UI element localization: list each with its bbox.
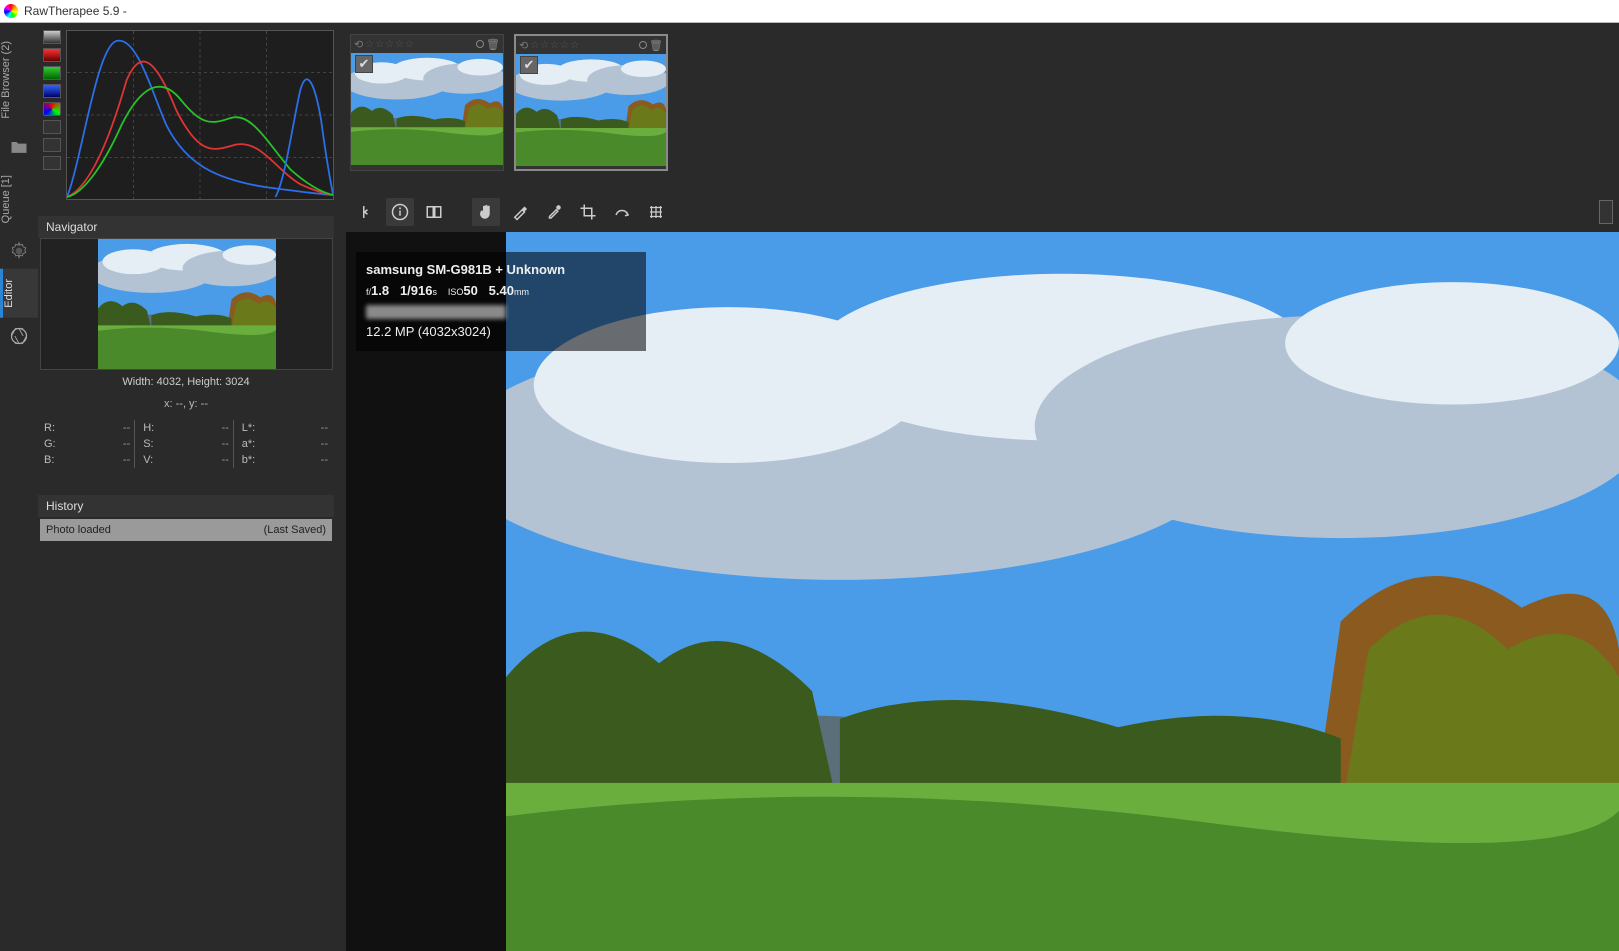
thumb-profile-icon[interactable]: ⟲ — [354, 38, 363, 51]
nav-R-value: -- — [60, 420, 135, 436]
nav-b-value: -- — [259, 452, 332, 468]
navigator-coords: x: --, y: -- — [38, 398, 334, 410]
straighten-button[interactable] — [608, 198, 636, 226]
perspective-button[interactable] — [642, 198, 670, 226]
histogram-bar-toggle[interactable] — [43, 138, 61, 152]
filmstrip: ⟲ ☆☆☆☆☆ 🗑 ✔ ⟲ ☆☆☆☆☆ 🗑 ✔ — [346, 30, 1619, 175]
history-entry[interactable]: Photo loaded (Last Saved) — [40, 519, 332, 541]
nav-S-label: S: — [135, 436, 159, 452]
crop-button[interactable] — [574, 198, 602, 226]
nav-L-label: L*: — [233, 420, 259, 436]
thumb-profile-icon[interactable]: ⟲ — [519, 39, 528, 52]
white-balance-picker-button[interactable] — [506, 198, 534, 226]
history-entry-saved: (Last Saved) — [264, 524, 326, 536]
thumb-image — [516, 54, 666, 166]
nav-a-value: -- — [259, 436, 332, 452]
histogram-channel-buttons — [38, 30, 66, 170]
exif-f-value: 1.8 — [371, 283, 389, 298]
nav-B-value: -- — [60, 452, 135, 468]
nav-a-label: a*: — [233, 436, 259, 452]
tab-queue[interactable]: Queue [1] — [0, 165, 38, 233]
exif-exposure-line: f/1.8 1/916s ISO50 5.40mm — [366, 281, 636, 302]
histogram-red-toggle[interactable] — [43, 48, 61, 62]
navigator-dimensions: Width: 4032, Height: 3024 — [38, 376, 334, 388]
histogram-blue-toggle[interactable] — [43, 84, 61, 98]
tab-file-browser[interactable]: File Browser (2) — [0, 31, 38, 129]
exif-focal-unit: mm — [514, 287, 529, 297]
trash-icon[interactable]: 🗑 — [649, 39, 663, 52]
left-tab-rail: File Browser (2) Queue [1] Editor — [0, 23, 38, 951]
history-entry-label: Photo loaded — [46, 524, 111, 536]
trash-icon[interactable]: 🗑 — [486, 38, 500, 51]
exif-camera: samsung SM-G981B + Unknown — [366, 260, 636, 281]
exif-megapixels: 12.2 MP (4032x3024) — [366, 322, 636, 343]
navigator-color-readout: R:-- H:-- L*:-- G:-- S:-- a*:-- B:-- V:-… — [40, 420, 332, 468]
editor-toolbar — [346, 194, 1619, 230]
window-title: RawTherapee 5.9 - — [24, 4, 127, 18]
toggle-right-panel-button[interactable] — [1599, 200, 1613, 224]
thumbnail-1[interactable]: ⟲ ☆☆☆☆☆ 🗑 ✔ — [350, 34, 504, 171]
window-titlebar: RawTherapee 5.9 - — [0, 0, 1619, 23]
histogram-mode-toggle[interactable] — [43, 120, 61, 134]
exif-shutter-unit: s — [432, 287, 437, 297]
histogram-opt-toggle[interactable] — [43, 156, 61, 170]
histogram-panel — [66, 30, 334, 200]
nav-G-label: G: — [40, 436, 60, 452]
hand-tool-button[interactable] — [472, 198, 500, 226]
exif-shutter: 1/916 — [400, 283, 433, 298]
thumb-checkbox[interactable]: ✔ — [355, 55, 373, 73]
nav-V-value: -- — [158, 452, 233, 468]
main-preview[interactable]: samsung SM-G981B + Unknown f/1.8 1/916s … — [346, 232, 1619, 951]
nav-H-value: -- — [158, 420, 233, 436]
thumb-image — [351, 53, 503, 165]
exif-filename-redacted — [366, 305, 506, 319]
histogram-green-toggle[interactable] — [43, 66, 61, 80]
info-button[interactable] — [386, 198, 414, 226]
before-after-button[interactable] — [420, 198, 448, 226]
app-logo-icon — [4, 4, 18, 18]
aperture-icon[interactable] — [9, 326, 29, 346]
tab-editor[interactable]: Editor — [0, 269, 38, 318]
thumb-rating[interactable]: ☆☆☆☆☆ — [365, 39, 474, 50]
preview-image — [506, 232, 1619, 951]
histogram-luma-toggle[interactable] — [43, 30, 61, 44]
history-title: History — [38, 495, 334, 517]
exif-iso-value: 50 — [463, 283, 477, 298]
nav-V-label: V: — [135, 452, 159, 468]
thumb-color-label-icon[interactable] — [476, 40, 484, 48]
thumb-checkbox[interactable]: ✔ — [520, 56, 538, 74]
nav-H-label: H: — [135, 420, 159, 436]
color-picker-button[interactable] — [540, 198, 568, 226]
folder-icon[interactable] — [9, 137, 29, 157]
nav-R-label: R: — [40, 420, 60, 436]
thumb-color-label-icon[interactable] — [639, 41, 647, 49]
histogram-chroma-toggle[interactable] — [43, 102, 61, 116]
exif-focal: 5.40 — [489, 283, 514, 298]
exif-info-overlay: samsung SM-G981B + Unknown f/1.8 1/916s … — [356, 252, 646, 351]
navigator-preview[interactable] — [40, 238, 333, 370]
exif-iso-prefix: ISO — [448, 287, 464, 297]
navigator-title: Navigator — [38, 216, 334, 238]
thumb-rating[interactable]: ☆☆☆☆☆ — [530, 40, 637, 51]
nav-L-value: -- — [259, 420, 332, 436]
toggle-left-panel-button[interactable] — [352, 198, 380, 226]
nav-S-value: -- — [158, 436, 233, 452]
nav-B-label: B: — [40, 452, 60, 468]
nav-b-label: b*: — [233, 452, 259, 468]
nav-G-value: -- — [60, 436, 135, 452]
thumbnail-2[interactable]: ⟲ ☆☆☆☆☆ 🗑 ✔ — [514, 34, 668, 171]
gear-icon[interactable] — [9, 241, 29, 261]
